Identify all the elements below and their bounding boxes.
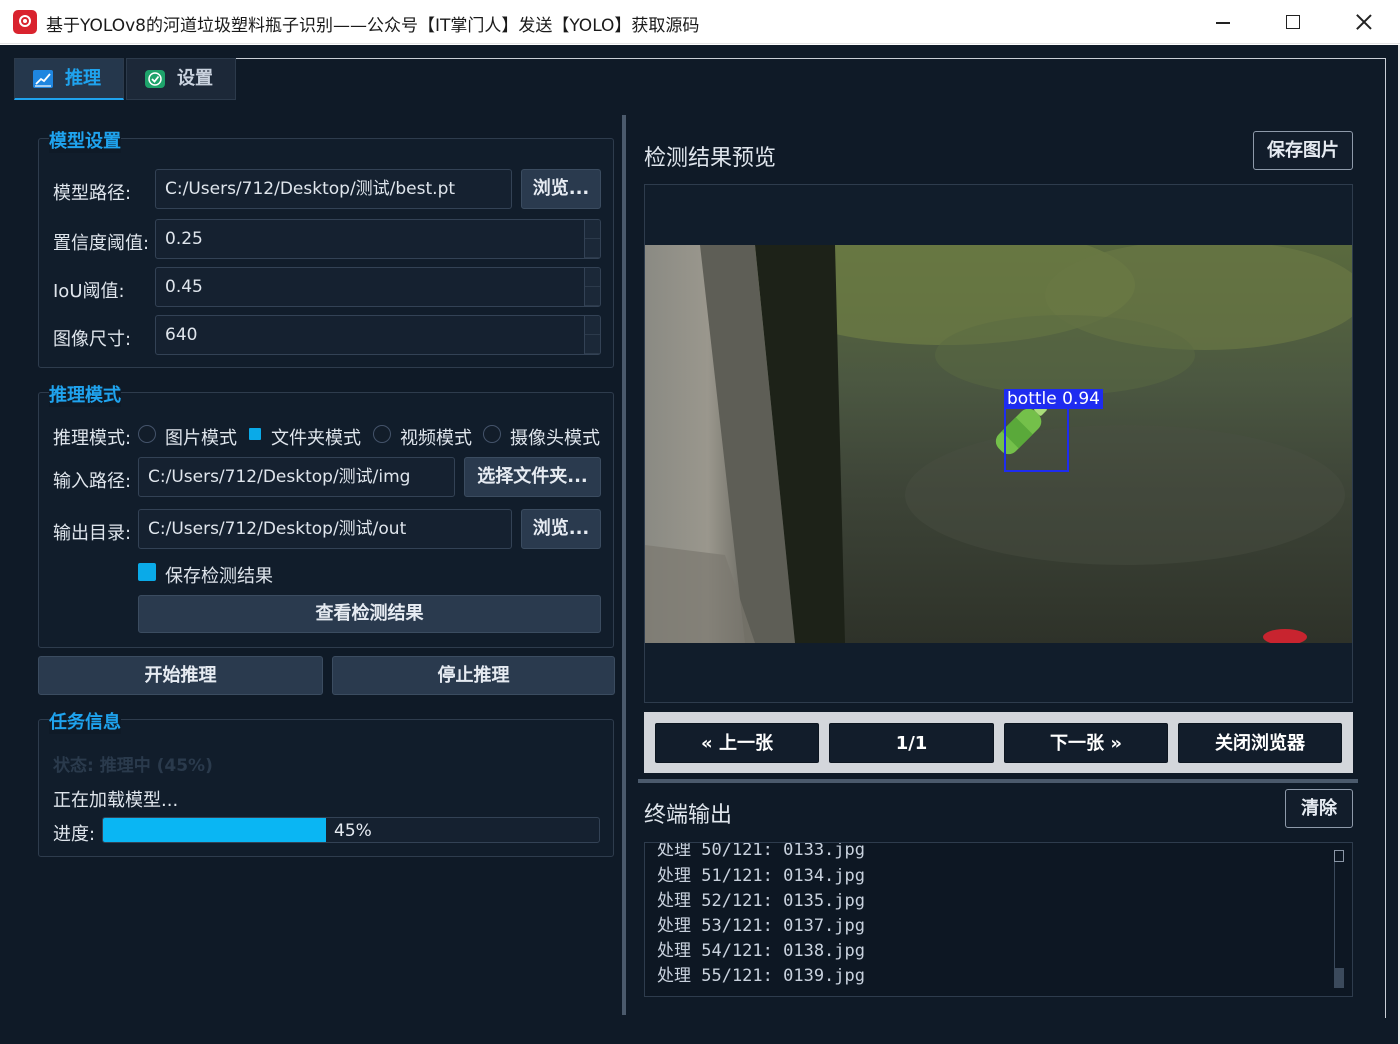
tab-settings-label: 设置 xyxy=(177,68,213,89)
image-size-label: 图像尺寸: xyxy=(53,329,132,350)
terminal-line: 处理 55/121: 0139.jpg xyxy=(657,966,865,986)
task-info-title: 任务信息 xyxy=(49,708,121,734)
terminal-scrollbar-thumb[interactable] xyxy=(1334,968,1344,988)
output-browse-button[interactable]: 浏览... xyxy=(521,509,601,549)
save-image-button[interactable]: 保存图片 xyxy=(1253,131,1353,170)
confidence-spinbox[interactable]: 0.25 xyxy=(155,219,601,259)
terminal-line: 处理 54/121: 0138.jpg xyxy=(657,941,865,961)
confidence-stepper[interactable] xyxy=(584,220,600,258)
prev-image-button[interactable]: « 上一张 xyxy=(655,723,819,763)
panel-splitter[interactable] xyxy=(622,115,626,1015)
terminal-line: 处理 53/121: 0137.jpg xyxy=(657,916,865,936)
save-results-checkbox[interactable] xyxy=(138,563,156,581)
radio-image-mode[interactable] xyxy=(138,425,156,443)
model-path-label: 模型路径: xyxy=(53,183,132,204)
preview-title: 检测结果预览 xyxy=(644,146,777,171)
radio-image-mode-label[interactable]: 图片模式 xyxy=(165,424,237,450)
chart-icon xyxy=(33,70,53,88)
terminal-line: 处理 52/121: 0135.jpg xyxy=(657,891,865,911)
input-path-input[interactable]: C:/Users/712/Desktop/测试/img xyxy=(138,457,455,497)
tab-inference-label: 推理 xyxy=(65,68,101,89)
model-settings-title: 模型设置 xyxy=(49,127,121,153)
inference-mode-title: 推理模式 xyxy=(49,381,121,407)
river-photo xyxy=(645,245,1352,643)
select-folder-button[interactable]: 选择文件夹... xyxy=(464,457,601,497)
minimize-button[interactable] xyxy=(1188,0,1258,44)
close-icon xyxy=(1354,12,1374,32)
mode-label: 推理模式: xyxy=(53,428,132,449)
app-logo-icon xyxy=(13,10,37,34)
detection-box xyxy=(1004,407,1069,472)
radio-camera-mode-label[interactable]: 摄像头模式 xyxy=(510,424,600,450)
check-icon xyxy=(145,70,165,88)
image-counter: 1/1 xyxy=(829,723,994,763)
view-results-button[interactable]: 查看检测结果 xyxy=(138,595,601,633)
progress-bar-fill xyxy=(103,818,327,842)
input-path-label: 输入路径: xyxy=(53,471,132,492)
start-inference-button[interactable]: 开始推理 xyxy=(38,656,323,695)
minimize-icon xyxy=(1216,22,1230,24)
radio-video-mode[interactable] xyxy=(373,425,391,443)
progress-bar: 45% xyxy=(102,817,600,843)
maximize-icon xyxy=(1286,15,1300,29)
window-title: 基于YOLOv8的河道垃圾塑料瓶子识别——公众号【IT掌门人】发送【YOLO】获… xyxy=(46,16,700,36)
scroll-up-arrow-icon[interactable] xyxy=(1334,850,1344,862)
image-size-spinbox[interactable]: 640 xyxy=(155,315,601,355)
tab-settings[interactable]: 设置 xyxy=(126,58,236,100)
progress-label: 进度: xyxy=(53,824,96,845)
save-results-label[interactable]: 保存检测结果 xyxy=(165,562,273,588)
radio-video-mode-label[interactable]: 视频模式 xyxy=(400,424,472,450)
status-message: 正在加载模型... xyxy=(53,790,179,811)
detection-image: bottle 0.94 xyxy=(645,245,1352,643)
iou-stepper[interactable] xyxy=(584,268,600,306)
close-browser-button[interactable]: 关闭浏览器 xyxy=(1178,723,1342,763)
maximize-button[interactable] xyxy=(1258,0,1328,44)
iou-value: 0.45 xyxy=(165,277,203,297)
tab-bar-line xyxy=(236,58,1386,59)
confidence-label: 置信度阈值: xyxy=(53,233,150,254)
image-size-stepper[interactable] xyxy=(584,316,600,354)
model-path-input[interactable]: C:/Users/712/Desktop/测试/best.pt xyxy=(155,169,512,209)
confidence-value: 0.25 xyxy=(165,229,203,249)
progress-text: 45% xyxy=(334,821,372,841)
iou-label: IoU阈值: xyxy=(53,281,125,302)
status-text: 状态: 推理中 (45%) xyxy=(53,756,213,776)
detection-label-tag: bottle 0.94 xyxy=(1004,389,1103,409)
close-window-button[interactable] xyxy=(1328,0,1398,44)
detection-score: 0.94 xyxy=(1062,389,1100,409)
iou-spinbox[interactable]: 0.45 xyxy=(155,267,601,307)
terminal-title: 终端输出 xyxy=(644,803,733,828)
detection-class: bottle xyxy=(1007,389,1057,409)
title-bar: 基于YOLOv8的河道垃圾塑料瓶子识别——公众号【IT掌门人】发送【YOLO】获… xyxy=(0,0,1400,44)
image-size-value: 640 xyxy=(165,325,198,345)
model-browse-button[interactable]: 浏览... xyxy=(521,169,601,209)
terminal-output[interactable]: 处理 50/121: 0133.jpg 处理 51/121: 0134.jpg … xyxy=(644,842,1353,997)
radio-folder-mode[interactable] xyxy=(249,428,261,440)
terminal-line: 处理 50/121: 0133.jpg xyxy=(657,842,865,860)
terminal-line: 处理 51/121: 0134.jpg xyxy=(657,866,865,886)
stop-inference-button[interactable]: 停止推理 xyxy=(332,656,615,695)
section-separator xyxy=(638,779,1358,783)
tab-pane-border xyxy=(1385,58,1386,1018)
output-dir-label: 输出目录: xyxy=(53,523,132,544)
radio-camera-mode[interactable] xyxy=(483,425,501,443)
tab-inference[interactable]: 推理 xyxy=(14,58,124,100)
clear-terminal-button[interactable]: 清除 xyxy=(1285,789,1353,828)
next-image-button[interactable]: 下一张 » xyxy=(1004,723,1168,763)
radio-folder-mode-label[interactable]: 文件夹模式 xyxy=(271,424,361,450)
output-dir-input[interactable]: C:/Users/712/Desktop/测试/out xyxy=(138,509,512,549)
